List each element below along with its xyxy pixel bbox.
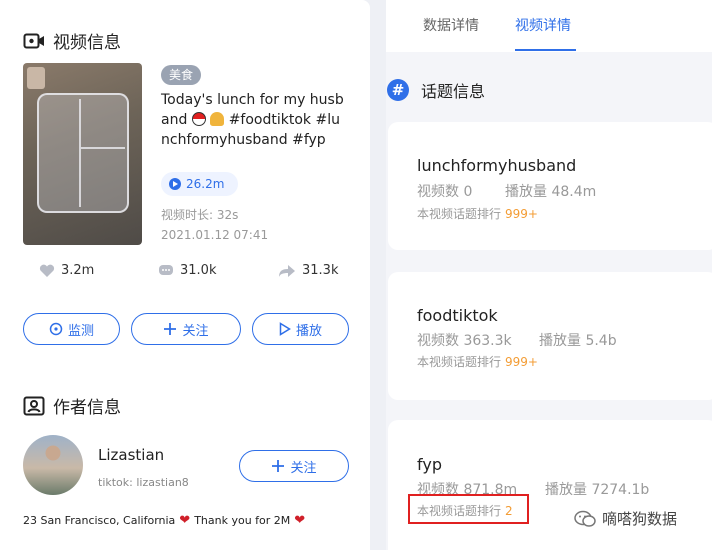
topic-play-count: 播放量 5.4b <box>539 333 617 349</box>
topic-name: fyp <box>417 455 442 474</box>
topic-card[interactable]: lunchformyhusband 视频数 0 播放量 48.4m 本视频话题排… <box>388 122 712 250</box>
topic-info-header: # 话题信息 <box>387 78 485 102</box>
video-info-title: 视频信息 <box>53 33 121 53</box>
topic-rank-value: 999+ <box>505 355 538 369</box>
follow-video-button-label: 关注 <box>182 323 209 339</box>
author-info-title: 作者信息 <box>53 398 121 418</box>
play-icon <box>279 322 291 336</box>
wechat-icon <box>574 510 596 527</box>
views-count: 26.2m <box>186 177 225 191</box>
video-title-hashtags: #foodtiktok #lunchformyhusband #fyp <box>161 112 340 148</box>
rank-highlight-box <box>408 494 529 524</box>
play-button-label: 播放 <box>295 323 322 339</box>
active-tab-indicator <box>515 49 576 51</box>
comment-icon <box>159 264 173 275</box>
user-card-icon <box>23 396 45 415</box>
hashtag-icon: # <box>387 79 409 101</box>
author-name: Lizastian <box>98 446 165 464</box>
tab-data-detail[interactable]: 数据详情 <box>423 15 479 35</box>
author-bio-location: 23 San Francisco, California <box>23 514 176 527</box>
watermark-text: 嘀嗒狗数据 <box>602 510 678 528</box>
topic-rank: 本视频话题排行 999+ <box>417 205 538 222</box>
topic-play-count: 播放量 7274.1b <box>545 482 650 498</box>
author-bio: 23 San Francisco, California ❤ Thank you… <box>23 513 309 528</box>
topic-rank-value: 999+ <box>505 207 538 221</box>
topic-video-count: 视频数 0 <box>417 184 473 200</box>
target-icon <box>49 322 63 336</box>
video-thumbnail[interactable] <box>23 63 142 245</box>
topic-rank-label: 本视频话题排行 <box>417 207 502 221</box>
shares-stat: 31.3k <box>278 263 338 278</box>
plus-icon <box>272 460 285 472</box>
likes-stat: 3.2m <box>39 263 94 278</box>
video-title: Today's lunch for my husband #foodtiktok… <box>161 90 346 150</box>
topic-name: foodtiktok <box>417 306 498 325</box>
play-circle-icon <box>169 178 181 190</box>
category-tag: 美食 <box>161 65 202 85</box>
video-camera-icon <box>23 33 44 48</box>
tab-video-detail[interactable]: 视频详情 <box>515 15 571 35</box>
heart-emoji-icon: ❤ <box>179 513 191 528</box>
follow-video-button[interactable]: 关注 <box>131 313 241 345</box>
video-duration: 视频时长: 32s <box>161 208 239 222</box>
follow-author-button[interactable]: 关注 <box>239 450 349 482</box>
video-info-header: 视频信息 <box>23 28 121 53</box>
share-arrow-icon <box>279 264 295 277</box>
likes-count: 3.2m <box>61 263 95 278</box>
topic-info-title: 话题信息 <box>421 82 486 101</box>
author-info-header: 作者信息 <box>23 393 121 418</box>
comments-stat: 31.0k <box>158 263 216 278</box>
creator-inset <box>27 67 45 89</box>
publish-date: 2021.01.12 07:41 <box>161 228 269 242</box>
topic-name: lunchformyhusband <box>417 156 577 175</box>
author-avatar[interactable] <box>23 435 83 495</box>
topic-card[interactable]: fyp 视频数 871.8m 播放量 7274.1b 本视频话题排行 2 <box>388 420 712 550</box>
heart-icon <box>39 264 55 277</box>
author-bio-thanks: Thank you for 2M <box>194 514 291 527</box>
pokeball-emoji-icon <box>191 112 206 126</box>
comments-count: 31.0k <box>180 263 217 278</box>
watermark: 嘀嗒狗数据 <box>574 508 677 529</box>
follow-author-button-label: 关注 <box>290 460 317 476</box>
monitor-button-label: 监测 <box>67 323 94 339</box>
topic-play-count: 播放量 48.4m <box>505 184 597 200</box>
topic-rank-label: 本视频话题排行 <box>417 355 502 369</box>
author-handle: tiktok: lizastian8 <box>98 476 189 489</box>
plus-icon <box>164 323 177 335</box>
topic-rank: 本视频话题排行 999+ <box>417 353 538 370</box>
heart-emoji-icon: ❤ <box>294 513 306 528</box>
taco-emoji-icon <box>210 112 225 126</box>
topic-video-count: 视频数 363.3k <box>417 333 512 349</box>
play-button[interactable]: 播放 <box>252 313 349 345</box>
monitor-button[interactable]: 监测 <box>23 313 120 345</box>
topic-card[interactable]: foodtiktok 视频数 363.3k 播放量 5.4b 本视频话题排行 99… <box>388 272 712 400</box>
views-badge: 26.2m <box>161 172 238 196</box>
shares-count: 31.3k <box>302 263 339 278</box>
